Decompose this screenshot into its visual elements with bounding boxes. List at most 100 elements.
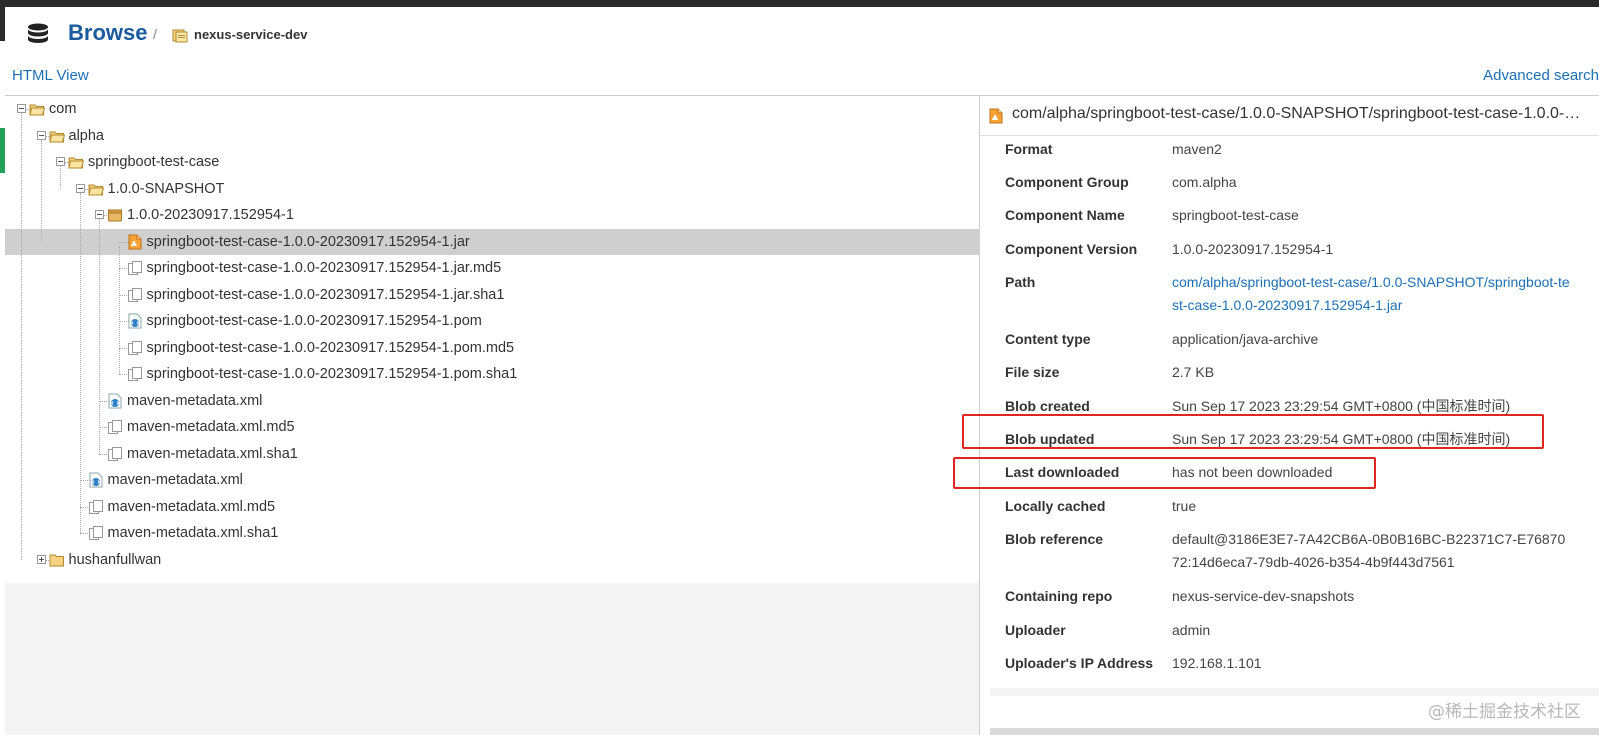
file-icon [127,261,142,275]
attribute-key: Blob reference [1005,531,1104,547]
attribute-value: 192.168.1.101 [1172,655,1262,671]
tree-node-label: maven-metadata.xml [107,472,243,488]
folder-open-icon [87,184,104,195]
tree-node[interactable]: com [5,96,979,122]
file-icon [108,446,122,461]
collapse-toggle-icon[interactable] [17,104,26,113]
tree-node[interactable]: 1.0.0-20230917.152954-1 [5,202,979,228]
tree-node-label: springboot-test-case-1.0.0-20230917.1529… [146,339,515,356]
tree-node[interactable]: springboot-test-case-1.0.0-20230917.1529… [5,308,979,334]
file-icon [88,499,103,514]
tree-node-label: 1.0.0-20230917.152954-1 [127,207,294,223]
tree-node-label: maven-metadata.xml.sha1 [127,445,298,462]
xml-file-icon [89,472,102,488]
tree-node[interactable]: maven-metadata.xml.md5 [5,414,979,440]
tree-node-label: maven-metadata.xml.md5 [127,419,295,435]
horizontal-scrollbar[interactable] [990,728,1599,735]
folder-open-icon [48,131,65,142]
jar-file-icon [989,108,1003,124]
repository-tree: com alpha springboot-test-case 1.0.0-SNAPSH… [5,96,979,583]
attribute-value-link[interactable]: com/alpha/springboot-test-case/1.0.0-SNA… [1172,271,1572,317]
tree-node[interactable]: hushanfullwan [5,547,979,573]
asset-path-title: com/alpha/springboot-test-case/1.0.0-SNA… [1012,105,1587,122]
expand-toggle-icon[interactable] [36,554,46,564]
tree-node-label: hushanfullwan [68,551,162,568]
tree-node-label: springboot-test-case-1.0.0-20230917.1529… [146,366,518,382]
tree-node[interactable]: maven-metadata.xml [5,388,979,414]
collapse-toggle-icon[interactable] [36,130,46,140]
attribute-value: has not been downloaded [1172,464,1333,480]
tree-guide-line [40,139,42,242]
tree-node-label: springboot-test-case-1.0.0-20230917.1529… [146,260,502,276]
folder-closed-icon [49,554,64,566]
page-header: Browse / nexus-service-dev [0,7,1599,57]
file-icon [127,287,142,302]
tree-node[interactable]: alpha [5,123,979,149]
tree-node-label: springboot-test-case-1.0.0-20230917.1529… [146,233,470,250]
component-icon [108,209,122,222]
attribute-key: Last downloaded [1005,464,1120,480]
top-bar [0,0,1599,7]
attribute-key: Blob updated [1005,431,1095,447]
tree-node[interactable]: springboot-test-case-1.0.0-20230917.1529… [5,282,979,308]
attribute-value: 1.0.0-20230917.152954-1 [1172,241,1334,257]
attribute-key: Uploader [1005,622,1066,638]
attribute-value: nexus-service-dev-snapshots [1172,588,1355,604]
html-view-link[interactable]: HTML View [12,67,89,84]
tree-node[interactable]: maven-metadata.xml [5,467,979,493]
breadcrumb-separator: / [153,26,157,42]
repository-icon [172,29,188,43]
attribute-key: Component Name [1005,207,1125,223]
attribute-value: Sun Sep 17 2023 23:29:54 GMT+0800 (中国标准时… [1172,398,1511,414]
advanced-search-link[interactable]: Advanced search [1483,67,1599,84]
asset-attributes: Format maven2 Component Group com.alpha Comp… [990,136,1599,696]
tree-node[interactable]: springboot-test-case-1.0.0-20230917.1529… [5,335,979,361]
tree-node[interactable]: springboot-test-case-1.0.0-20230917.1529… [5,228,979,255]
attribute-value: springboot-test-case [1172,207,1299,223]
attribute-key: Component Version [1005,241,1138,257]
breadcrumb-repo-name[interactable]: nexus-service-dev [194,27,307,42]
tree-node[interactable]: maven-metadata.xml.sha1 [5,520,979,546]
database-icon [28,23,48,43]
tree-node[interactable]: 1.0.0-SNAPSHOT [5,176,979,202]
tree-node-label: springboot-test-case [88,154,220,170]
tree-node-label: springboot-test-case-1.0.0-20230917.1529… [146,313,482,329]
tree-guide-line [118,245,120,374]
attribute-value: Sun Sep 17 2023 23:29:54 GMT+0800 (中国标准时… [1172,431,1511,447]
watermark-text: @稀土掘金技术社区 [1428,702,1581,722]
file-icon [108,420,122,434]
attribute-key: Format [1005,141,1053,157]
tree-node-label: 1.0.0-SNAPSHOT [107,180,225,197]
attribute-key: Content type [1005,331,1091,347]
tree-node-label: springboot-test-case-1.0.0-20230917.1529… [146,286,505,303]
tree-guide-line [79,192,81,533]
tree-guide-line [99,219,100,454]
tree-node[interactable]: springboot-test-case [5,149,979,175]
collapse-toggle-icon[interactable] [75,183,85,193]
attribute-key: Uploader's IP Address [1005,655,1154,671]
attribute-key: Path [1005,274,1036,290]
attribute-key: File size [1005,364,1060,380]
attribute-value: application/java-archive [1172,331,1319,347]
tree-node[interactable]: springboot-test-case-1.0.0-20230917.1529… [5,361,979,387]
attribute-value: admin [1172,622,1211,638]
attribute-value: 2.7 KB [1172,364,1215,380]
tree-node[interactable]: maven-metadata.xml.sha1 [5,441,979,467]
collapse-toggle-icon[interactable] [56,157,65,166]
file-icon [127,340,142,355]
page-title[interactable]: Browse [68,20,147,46]
file-icon [127,367,142,381]
file-icon [88,526,103,540]
attribute-key: Containing repo [1005,588,1113,604]
tree-node[interactable]: maven-metadata.xml.md5 [5,494,979,520]
asset-attributes-list: Format maven2 Component Group com.alpha Comp… [990,136,1599,688]
attribute-key: Locally cached [1005,498,1106,514]
attribute-value: maven2 [1172,141,1222,157]
tree-node[interactable]: springboot-test-case-1.0.0-20230917.1529… [5,255,979,281]
tree-node-label: maven-metadata.xml.md5 [107,498,276,515]
tree-guide-line [60,166,61,189]
attribute-key: Blob created [1005,398,1090,414]
attribute-key: Component Group [1005,174,1129,190]
jar-file-icon [128,234,141,249]
collapse-toggle-icon[interactable] [95,210,104,219]
